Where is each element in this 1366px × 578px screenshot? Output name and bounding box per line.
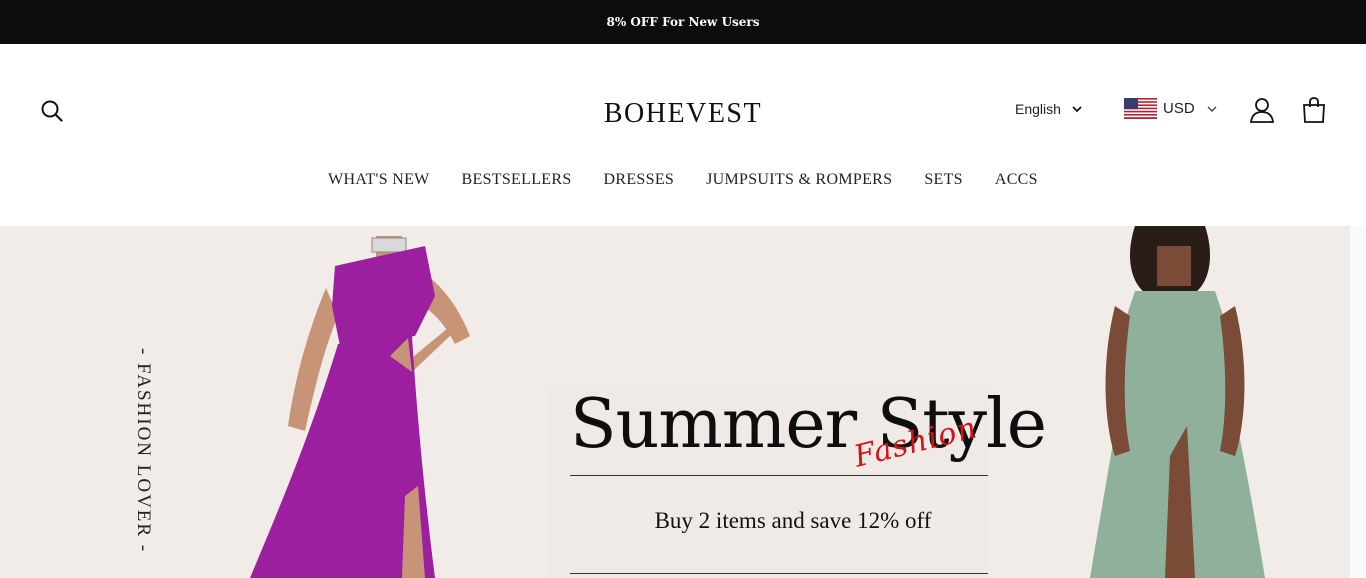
announcement-bar: 8% OFF For New Users <box>0 0 1366 44</box>
nav-item-bestsellers[interactable]: BESTSELLERS <box>462 171 572 189</box>
hero-promo-text: Buy 2 items and save 12% off <box>654 508 932 533</box>
nav-item-accs[interactable]: ACCS <box>995 171 1038 189</box>
currency-label: USD <box>1163 100 1195 117</box>
nav-item-jumpsuits-rompers[interactable]: JUMPSUITS & ROMPERS <box>706 171 892 189</box>
main-nav: WHAT'S NEW BESTSELLERS DRESSES JUMPSUITS… <box>0 171 1366 189</box>
right-model-image <box>1090 226 1265 578</box>
hero-side-text: - FASHION LOVER - <box>133 348 154 554</box>
page-scrollbar[interactable] <box>1350 226 1366 578</box>
account-icon[interactable] <box>1249 97 1275 123</box>
nav-item-sets[interactable]: SETS <box>924 171 963 189</box>
language-label: English <box>1015 101 1061 117</box>
divider <box>570 475 988 476</box>
divider <box>570 573 988 574</box>
currency-selector[interactable]: USD <box>1124 98 1219 119</box>
us-flag-icon <box>1124 98 1157 119</box>
nav-item-whats-new[interactable]: WHAT'S NEW <box>328 171 429 189</box>
chevron-down-icon <box>1207 106 1217 112</box>
cart-icon[interactable] <box>1302 97 1326 123</box>
site-header: BOHEVEST English USD WHAT'S NEW BESTSELL… <box>0 44 1366 226</box>
language-selector[interactable]: English <box>1015 101 1083 117</box>
left-model-image <box>250 236 470 578</box>
chevron-down-icon <box>1072 106 1082 113</box>
announcement-text: 8% OFF For New Users <box>606 15 760 29</box>
nav-item-dresses[interactable]: DRESSES <box>604 171 675 189</box>
